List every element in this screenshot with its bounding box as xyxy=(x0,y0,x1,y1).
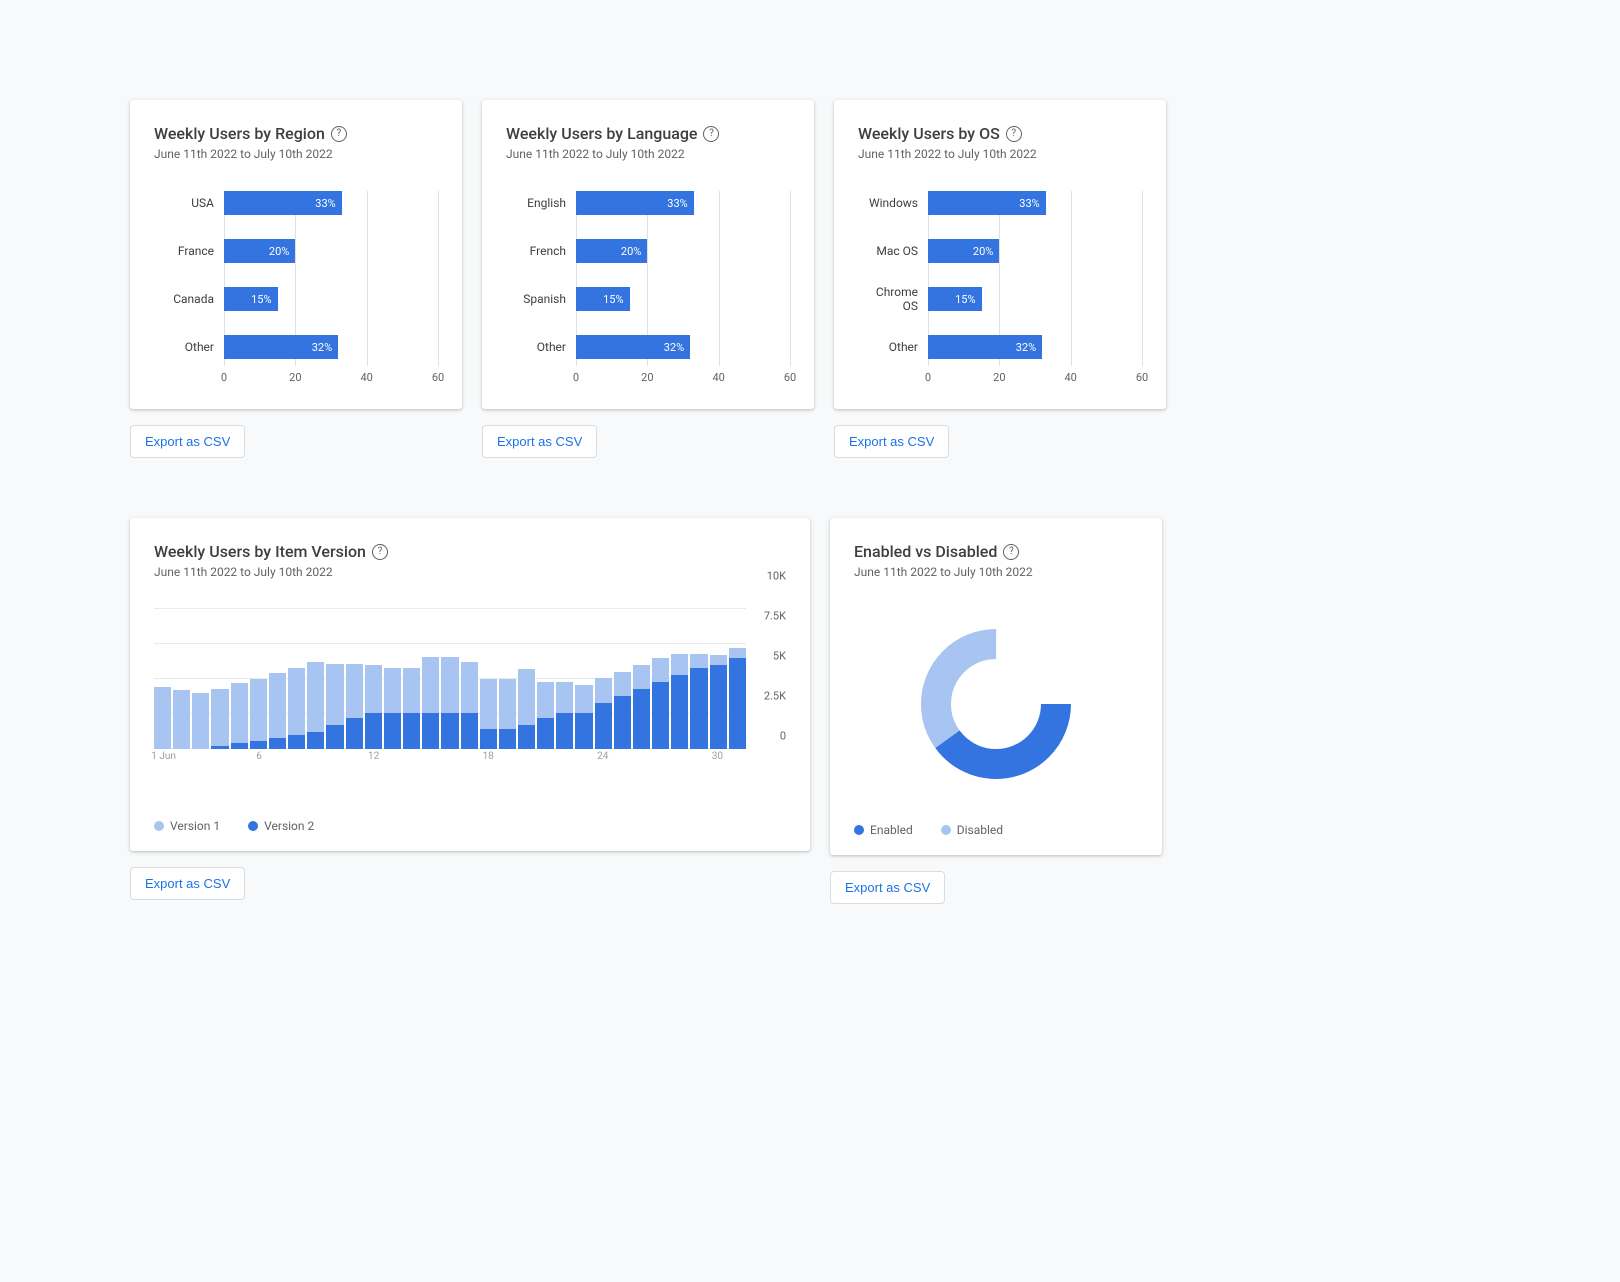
help-icon[interactable]: ? xyxy=(372,544,388,560)
export-button[interactable]: Export as CSV xyxy=(482,425,597,458)
stacked-bar xyxy=(633,665,650,749)
card-title: Weekly Users by OS xyxy=(858,124,1000,143)
bar: 20% xyxy=(576,239,647,263)
bar: 15% xyxy=(224,287,278,311)
stacked-bar xyxy=(269,673,286,749)
stacked-bar xyxy=(614,672,631,749)
stacked-bar xyxy=(250,679,267,749)
bar: 20% xyxy=(224,239,295,263)
card-enabled: Enabled vs Disabled ? June 11th 2022 to … xyxy=(830,518,1162,855)
version-legend: Version 1 Version 2 xyxy=(154,819,786,833)
stacked-bar xyxy=(403,668,420,749)
help-icon[interactable]: ? xyxy=(1006,126,1022,142)
bar: 20% xyxy=(928,239,999,263)
stacked-bar xyxy=(346,664,363,749)
stacked-bar xyxy=(192,693,209,749)
card-version: Weekly Users by Item Version ? June 11th… xyxy=(130,518,810,851)
bar-label: USA xyxy=(154,196,224,210)
bar: 32% xyxy=(576,335,690,359)
export-button[interactable]: Export as CSV xyxy=(830,871,945,904)
stacked-bar xyxy=(690,654,707,749)
card-title: Weekly Users by Item Version xyxy=(154,542,366,561)
stacked-bar xyxy=(326,664,343,749)
card-subtitle: June 11th 2022 to July 10th 2022 xyxy=(854,565,1138,579)
export-button[interactable]: Export as CSV xyxy=(834,425,949,458)
help-icon[interactable]: ? xyxy=(1003,544,1019,560)
bar: 33% xyxy=(928,191,1046,215)
legend-dot-icon xyxy=(154,821,164,831)
stacked-bar xyxy=(422,657,439,749)
stacked-bar xyxy=(441,657,458,749)
stacked-bar xyxy=(461,662,478,749)
version-chart: 02.5K5K7.5K10K1 Jun612182430 xyxy=(154,609,786,769)
stacked-bar xyxy=(537,682,554,749)
bar-label: Other xyxy=(858,340,928,354)
card-subtitle: June 11th 2022 to July 10th 2022 xyxy=(154,565,786,579)
bar: 33% xyxy=(224,191,342,215)
region-chart: USA33%France20%Canada15%Other32%0204060 xyxy=(154,191,438,391)
bar-label: Mac OS xyxy=(858,244,928,258)
bar-label: Other xyxy=(154,340,224,354)
help-icon[interactable]: ? xyxy=(331,126,347,142)
legend-label: Version 2 xyxy=(264,819,314,833)
bar: 32% xyxy=(928,335,1042,359)
bar-label: Canada xyxy=(154,292,224,306)
stacked-bar xyxy=(729,648,746,749)
bar: 15% xyxy=(576,287,630,311)
enabled-chart xyxy=(854,609,1138,799)
legend-label: Disabled xyxy=(957,823,1003,837)
card-subtitle: June 11th 2022 to July 10th 2022 xyxy=(506,147,790,161)
card-subtitle: June 11th 2022 to July 10th 2022 xyxy=(154,147,438,161)
stacked-bar xyxy=(518,669,535,749)
stacked-bar xyxy=(307,662,324,749)
card-title: Weekly Users by Language xyxy=(506,124,697,143)
stacked-bar xyxy=(671,654,688,749)
legend-dot-icon xyxy=(248,821,258,831)
card-title: Enabled vs Disabled xyxy=(854,542,997,561)
enabled-legend: Enabled Disabled xyxy=(854,823,1138,837)
language-chart: English33%French20%Spanish15%Other32%020… xyxy=(506,191,790,391)
bar: 15% xyxy=(928,287,982,311)
legend-label: Enabled xyxy=(870,823,913,837)
stacked-bar xyxy=(595,678,612,749)
card-title: Weekly Users by Region xyxy=(154,124,325,143)
stacked-bar xyxy=(211,689,228,749)
stacked-bar xyxy=(231,683,248,749)
card-os: Weekly Users by OS ? June 11th 2022 to J… xyxy=(834,100,1166,409)
bar-label: Windows xyxy=(858,196,928,210)
card-language: Weekly Users by Language ? June 11th 202… xyxy=(482,100,814,409)
help-icon[interactable]: ? xyxy=(703,126,719,142)
export-button[interactable]: Export as CSV xyxy=(130,867,245,900)
bar-label: Other xyxy=(506,340,576,354)
bar-label: French xyxy=(506,244,576,258)
bar-label: France xyxy=(154,244,224,258)
stacked-bar xyxy=(652,658,669,749)
card-subtitle: June 11th 2022 to July 10th 2022 xyxy=(858,147,1142,161)
legend-label: Version 1 xyxy=(170,819,220,833)
stacked-bar xyxy=(365,665,382,749)
bar-label: Chrome OS xyxy=(858,285,928,313)
card-region: Weekly Users by Region ? June 11th 2022 … xyxy=(130,100,462,409)
bar: 33% xyxy=(576,191,694,215)
legend-dot-icon xyxy=(941,825,951,835)
stacked-bar xyxy=(173,690,190,749)
bar: 32% xyxy=(224,335,338,359)
stacked-bar xyxy=(480,679,497,749)
os-chart: Windows33%Mac OS20%Chrome OS15%Other32%0… xyxy=(858,191,1142,391)
export-button[interactable]: Export as CSV xyxy=(130,425,245,458)
legend-dot-icon xyxy=(854,825,864,835)
stacked-bar xyxy=(288,668,305,749)
stacked-bar xyxy=(154,687,171,749)
stacked-bar xyxy=(499,679,516,749)
stacked-bar xyxy=(710,655,727,749)
stacked-bar xyxy=(384,668,401,749)
bar-label: English xyxy=(506,196,576,210)
bar-label: Spanish xyxy=(506,292,576,306)
stacked-bar xyxy=(556,682,573,749)
stacked-bar xyxy=(575,685,592,749)
